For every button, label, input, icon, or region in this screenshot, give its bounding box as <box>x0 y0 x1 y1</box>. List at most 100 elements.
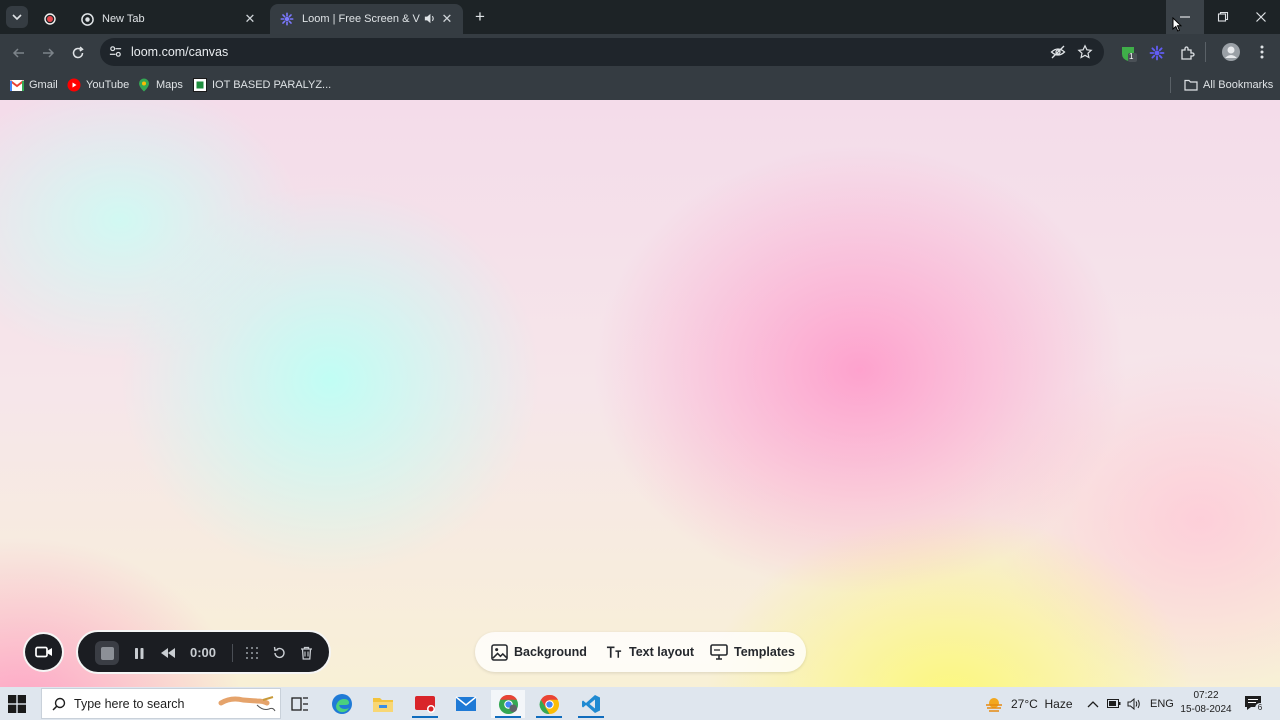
star-icon[interactable] <box>1077 44 1093 60</box>
reload-icon <box>72 46 84 59</box>
edge-icon <box>332 694 352 714</box>
task-view-button[interactable] <box>283 690 317 718</box>
loom-icon <box>280 12 294 26</box>
weather-text: 27°C Haze <box>1011 696 1073 711</box>
chrome-taskbar-app-profile[interactable] <box>491 690 525 718</box>
restore-button[interactable] <box>1204 0 1242 34</box>
forward-button[interactable] <box>37 42 59 64</box>
extensions-puzzle-icon[interactable] <box>1177 43 1197 63</box>
mail-taskbar-app[interactable] <box>449 690 483 718</box>
clock[interactable]: 07:22 15-08-2024 <box>1177 689 1235 717</box>
vscode-taskbar-app[interactable] <box>574 690 608 718</box>
bookmark-gmail[interactable]: Gmail <box>10 77 58 93</box>
text-layout-label: Text layout <box>629 645 695 659</box>
task-view-icon <box>291 697 308 711</box>
restart-icon <box>273 646 285 659</box>
file-explorer-taskbar-app[interactable] <box>366 690 400 718</box>
speaker-icon[interactable] <box>423 12 437 26</box>
bookmark-maps[interactable]: Maps <box>137 77 183 93</box>
rewind-button[interactable] <box>159 644 177 662</box>
bookmark-youtube[interactable]: YouTube <box>67 77 129 93</box>
windows-icon <box>8 695 26 713</box>
loom-canvas[interactable] <box>0 100 1280 687</box>
battery-icon[interactable] <box>1107 687 1121 720</box>
camera-toggle-button[interactable] <box>23 632 64 672</box>
drawing-tools-button[interactable] <box>243 644 261 662</box>
extension-badge: 1 <box>1129 52 1134 61</box>
show-hidden-icons-button[interactable] <box>1087 687 1099 720</box>
clock-date: 15-08-2024 <box>1180 704 1232 715</box>
volume-icon[interactable] <box>1127 687 1141 720</box>
site-info-icon[interactable] <box>108 44 124 60</box>
notifications-button[interactable]: 6 <box>1244 695 1265 713</box>
bookmark-label: IOT BASED PARALYZ... <box>212 79 332 91</box>
search-highlight-illustration <box>218 696 276 712</box>
reload-button[interactable] <box>67 42 89 64</box>
folder-icon <box>373 698 393 712</box>
background-label: Background <box>514 645 587 659</box>
browser-toolbar: loom.com/canvas 1 <box>0 34 1280 71</box>
edge-taskbar-app[interactable] <box>325 690 359 718</box>
address-bar[interactable]: loom.com/canvas <box>100 38 1104 66</box>
taskbar-search-box[interactable]: Type here to search <box>41 688 281 719</box>
eye-off-icon[interactable] <box>1050 44 1066 60</box>
record-icon <box>44 12 56 26</box>
canvas-toolbar: Background Text layout Templates <box>475 632 806 672</box>
close-tab-icon[interactable]: ✕ <box>439 11 455 27</box>
toolbar-divider <box>1205 42 1206 62</box>
taskbar: Type here to search 27°C Haze ENG 07:22 … <box>0 687 1280 720</box>
close-window-button[interactable] <box>1242 0 1280 34</box>
chevron-down-icon <box>12 14 22 21</box>
search-icon <box>52 697 66 711</box>
weather-widget[interactable]: 27°C Haze <box>984 687 1073 720</box>
screen-recorder-taskbar-app[interactable] <box>408 690 442 718</box>
chrome-taskbar-app[interactable] <box>532 690 566 718</box>
more-menu-icon[interactable] <box>1252 42 1272 62</box>
text-layout-button[interactable]: Text layout <box>605 643 694 661</box>
clock-time: 07:22 <box>1193 690 1219 701</box>
vscode-icon <box>582 695 600 713</box>
recorder-app-icon <box>415 696 435 713</box>
chrome-icon <box>539 694 559 714</box>
search-placeholder: Type here to search <box>74 697 185 711</box>
arrow-right-icon <box>43 48 55 58</box>
restore-icon <box>1217 11 1229 22</box>
image-icon <box>490 643 508 661</box>
recording-controls: 0:00 <box>76 630 331 674</box>
pause-button[interactable] <box>130 644 148 662</box>
tab-title: New Tab <box>102 13 145 25</box>
rewind-icon <box>161 648 175 658</box>
monitor-icon <box>710 643 728 661</box>
trash-icon <box>300 646 312 660</box>
background-button[interactable]: Background <box>490 643 587 661</box>
recording-timer: 0:00 <box>190 645 217 660</box>
mail-icon <box>455 696 477 711</box>
new-tab-button[interactable]: + <box>470 8 490 28</box>
tab-search-button[interactable] <box>6 6 28 28</box>
haze-icon <box>986 697 1002 712</box>
bookmark-iot[interactable]: IOT BASED PARALYZ... <box>193 77 331 93</box>
delete-button[interactable] <box>297 644 315 662</box>
arrow-left-icon <box>12 48 24 58</box>
close-tab-icon[interactable]: ✕ <box>242 11 258 27</box>
restart-button[interactable] <box>270 644 288 662</box>
tab-recording[interactable] <box>34 4 64 34</box>
profile-avatar[interactable] <box>1221 42 1241 62</box>
all-bookmarks-button[interactable]: All Bookmarks <box>1184 77 1273 93</box>
tab-loom[interactable]: Loom | Free Screen & Video ✕ <box>270 4 463 34</box>
bookmarks-bar: Gmail YouTube Maps IOT BASED PARALYZ... … <box>0 71 1280 100</box>
controls-divider <box>232 644 233 662</box>
back-button[interactable] <box>8 42 30 64</box>
notification-count: 6 <box>1255 703 1265 713</box>
tab-title: Loom | Free Screen & Video <box>302 13 420 25</box>
video-camera-icon <box>34 646 52 658</box>
stop-button[interactable] <box>95 641 119 665</box>
extension-shield-icon[interactable]: 1 <box>1118 43 1138 63</box>
tab-new-tab[interactable]: New Tab ✕ <box>70 4 266 34</box>
language-indicator[interactable]: ENG <box>1150 687 1174 720</box>
stop-icon <box>100 646 114 660</box>
bookmarks-divider <box>1170 77 1171 93</box>
templates-button[interactable]: Templates <box>710 643 795 661</box>
loom-extension-icon[interactable] <box>1147 43 1167 63</box>
start-button[interactable] <box>8 695 26 713</box>
